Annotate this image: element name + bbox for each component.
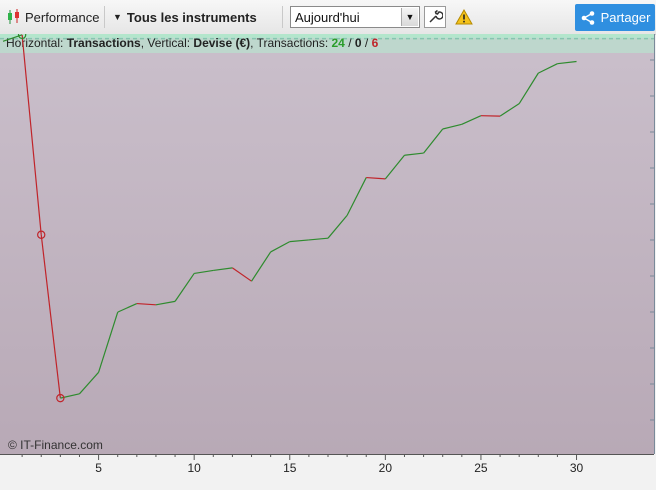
equity-chart: Horizontal: Transactions, Vertical: Devi… — [0, 34, 656, 485]
period-select[interactable]: Aujourd'hui ▼ — [290, 6, 420, 28]
header-sep: / — [362, 36, 372, 50]
period-value: Aujourd'hui — [295, 10, 360, 25]
winning-count: 24 — [332, 36, 346, 50]
settings-wrench-button[interactable] — [424, 6, 446, 28]
share-icon — [580, 10, 596, 26]
instruments-dropdown[interactable]: ▼ Tous les instruments — [113, 6, 257, 28]
performance-label: Performance — [25, 10, 99, 25]
x-tick-label: 15 — [283, 461, 297, 475]
losing-count: 6 — [372, 36, 379, 50]
header-t-prefix: , Transactions: — [250, 36, 331, 50]
x-tick-label: 30 — [570, 461, 584, 475]
share-button[interactable]: Partager — [575, 4, 655, 31]
x-tick-label: 5 — [95, 461, 102, 475]
header-h-prefix: Horizontal: — [6, 36, 67, 50]
instruments-label: Tous les instruments — [127, 10, 257, 25]
toolbar-separator — [282, 6, 283, 28]
x-tick-label: 10 — [187, 461, 201, 475]
toolbar: Performance ▼ Tous les instruments Aujou… — [0, 0, 656, 35]
caret-down-icon: ▼ — [113, 12, 122, 22]
share-label: Partager — [601, 10, 651, 25]
equity-chart-canvas: Horizontal: Transactions, Vertical: Devi… — [0, 34, 656, 485]
header-v-value: Devise (€) — [193, 36, 250, 50]
candlestick-icon — [6, 8, 22, 26]
warning-icon[interactable] — [455, 9, 473, 25]
x-tick-label: 25 — [474, 461, 488, 475]
chevron-down-icon: ▼ — [401, 8, 418, 26]
watermark: © IT-Finance.com — [8, 438, 103, 452]
negative-zone — [0, 38, 654, 454]
toolbar-separator — [104, 6, 105, 28]
chart-header-text: Horizontal: Transactions, Vertical: Devi… — [6, 36, 379, 50]
header-v-prefix: , Vertical: — [141, 36, 194, 50]
header-sep: / — [345, 36, 355, 50]
header-h-value: Transactions — [67, 36, 141, 50]
x-tick-label: 20 — [379, 461, 393, 475]
wrench-icon — [427, 9, 443, 25]
performance-button[interactable]: Performance — [6, 6, 99, 28]
